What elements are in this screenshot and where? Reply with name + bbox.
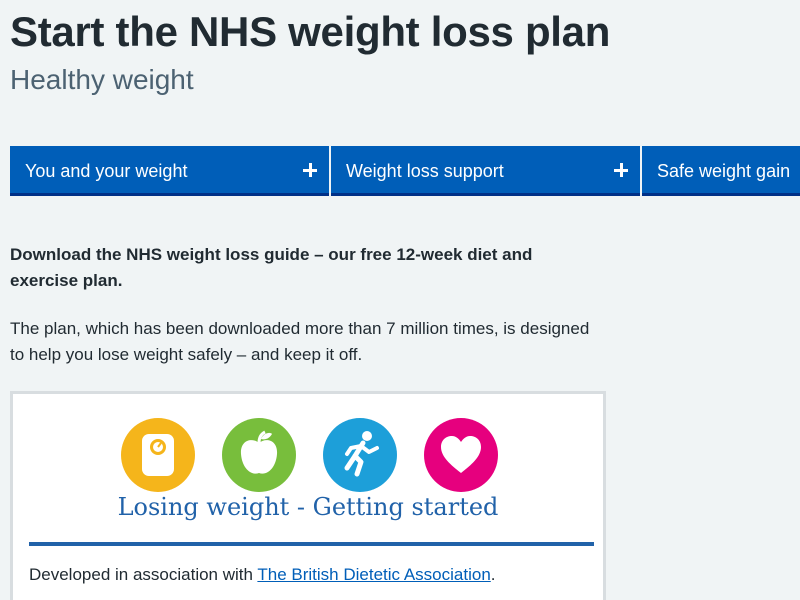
page: Start the NHS weight loss plan Healthy w… xyxy=(0,0,800,600)
nav-item-label: Safe weight gain xyxy=(657,161,791,181)
guide-heading: Losing weight - Getting started xyxy=(117,493,499,521)
credit-suffix: . xyxy=(490,565,496,584)
nav-item-safe-weight-gain[interactable]: Safe weight gain xyxy=(642,146,800,196)
bda-link[interactable]: The British Dietetic Association xyxy=(257,565,490,584)
runner-icon xyxy=(323,418,397,492)
scales-icon xyxy=(121,418,195,492)
heart-icon xyxy=(424,418,498,492)
apple-icon xyxy=(222,418,296,492)
credit-prefix: Developed in association with xyxy=(29,565,258,584)
plus-icon xyxy=(303,163,317,177)
divider xyxy=(29,542,594,546)
page-subtitle: Healthy weight xyxy=(10,64,194,95)
page-title: Start the NHS weight loss plan xyxy=(10,8,611,55)
guide-card[interactable]: Losing weight - Getting started Develope… xyxy=(10,391,606,600)
nav-item-label: You and your weight xyxy=(25,161,188,181)
plus-icon xyxy=(614,163,628,177)
intro-body: The plan, which has been downloaded more… xyxy=(10,319,590,364)
nav-item-weight-loss-support[interactable]: Weight loss support xyxy=(331,146,640,196)
section-nav: You and your weight Weight loss support … xyxy=(10,146,800,196)
intro-lead: Download the NHS weight loss guide – our… xyxy=(10,245,533,290)
nav-item-you-and-your-weight[interactable]: You and your weight xyxy=(10,146,329,196)
guide-credit: Developed in association with The Britis… xyxy=(29,564,496,586)
nav-item-label: Weight loss support xyxy=(346,161,504,181)
